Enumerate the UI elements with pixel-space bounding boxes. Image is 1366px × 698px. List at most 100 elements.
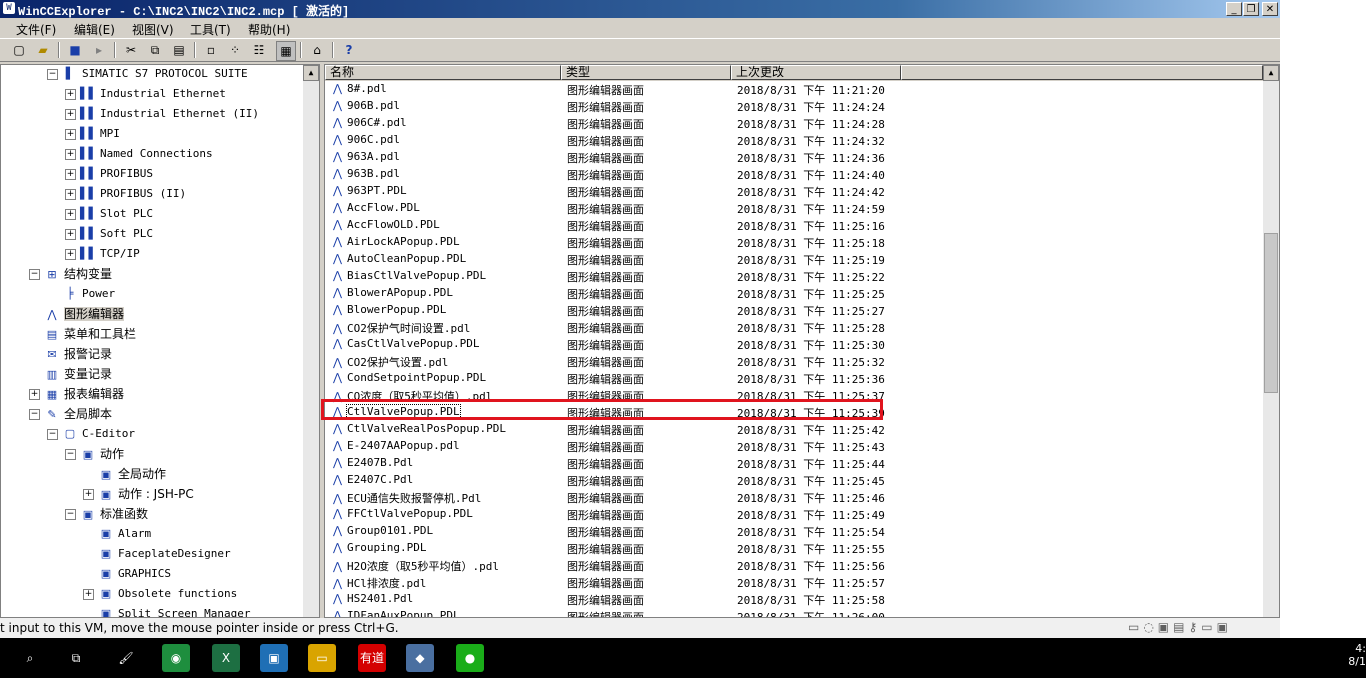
expand-icon[interactable]: + [65,228,76,240]
collapse-icon[interactable]: − [65,449,76,460]
file-explorer-icon[interactable]: ▭ [308,644,336,672]
list-scroll-up-button[interactable]: ▲ [1263,65,1279,81]
expand-icon[interactable]: + [65,208,76,220]
expand-icon[interactable]: + [29,389,40,400]
file-row[interactable]: ⋀ Grouping.PDL 图形编辑器画面 2018/8/31 下午 11:25:5… [325,540,1265,557]
file-row[interactable]: ⋀ H2O浓度（取5秒平均值）.pdl 图形编辑器画面 2018/8/31 下午 11… [325,557,1265,574]
notes-app-icon[interactable]: ◆ [406,644,434,672]
file-row[interactable]: ⋀ 906C.pdl 图形编辑器画面 2018/8/31 下午 11:24:32 [325,132,1265,149]
expand-icon[interactable]: + [65,168,76,180]
tree-node[interactable]: ▤ 菜单和工具栏 [29,325,136,345]
file-row[interactable]: ⋀ 963PT.PDL 图形编辑器画面 2018/8/31 下午 11:24:42 [325,183,1265,200]
run-icon[interactable]: ▸ [90,41,108,59]
file-row[interactable]: ⋀ CondSetpointPopup.PDL 图形编辑器画面 2018/8/31 下… [325,370,1265,387]
youdao-app-icon[interactable]: 有道 [358,644,386,672]
help-icon[interactable]: ? [340,41,358,59]
file-row[interactable]: ⋀ CO2保护气设置.pdl 图形编辑器画面 2018/8/31 下午 11:25:3… [325,353,1265,370]
file-row[interactable]: ⋀ CO2保护气时间设置.pdl 图形编辑器画面 2018/8/31 下午 11:25… [325,319,1265,336]
tree-node[interactable]: − ▢ C-Editor [47,425,135,445]
column-header-modified[interactable]: 上次更改 [731,65,901,80]
tree-node[interactable]: + ▌▌ Named Connections [65,145,213,165]
expand-icon[interactable]: + [65,248,76,260]
file-row[interactable]: ⋀ CasCtlValvePopup.PDL 图形编辑器画面 2018/8/31 下午… [325,336,1265,353]
tree-node[interactable]: ▥ 变量记录 [29,365,112,385]
restore-button[interactable]: ❐ [1243,2,1259,16]
menu-view[interactable]: 视图(V) [132,21,174,38]
tree-node[interactable]: + ▣ Obsolete functions [83,585,237,605]
open-folder-icon[interactable]: ▰ [34,41,52,59]
expand-icon[interactable]: + [65,148,76,160]
menu-help[interactable]: 帮助(H) [248,21,290,38]
file-row[interactable]: ⋀ BiasCtlValvePopup.PDL 图形编辑器画面 2018/8/31 下… [325,268,1265,285]
tree-node[interactable]: ▣ Alarm [83,525,151,545]
collapse-icon[interactable]: − [29,269,40,280]
close-button[interactable]: ✕ [1262,2,1278,16]
collapse-icon[interactable]: − [29,409,40,420]
tree-node[interactable]: + ▌▌ Soft PLC [65,225,153,245]
file-row[interactable]: ⋀ 963B.pdl 图形编辑器画面 2018/8/31 下午 11:24:40 [325,166,1265,183]
tree-node[interactable]: ▣ FaceplateDesigner [83,545,231,565]
file-row[interactable]: ⋀ CtlValveRealPosPopup.PDL 图形编辑器画面 2018/8/3… [325,421,1265,438]
wechat-app-icon[interactable]: ● [456,644,484,672]
tree-node[interactable]: ⋀ 图形编辑器 [29,305,125,325]
expand-icon[interactable]: + [65,88,76,100]
paste-icon[interactable]: ▤ [170,41,188,59]
column-header-type[interactable]: 类型 [561,65,731,80]
file-row[interactable]: ⋀ 8#.pdl 图形编辑器画面 2018/8/31 下午 11:21:20 [325,81,1265,98]
tree-node[interactable]: + ▦ 报表编辑器 [29,385,124,405]
activate-icon[interactable]: ■ [66,41,84,59]
tree-node[interactable]: ╞ Power [47,285,115,305]
expand-icon[interactable]: + [65,188,76,200]
file-row[interactable]: ⋀ ECU通信失败报警停机.Pdl 图形编辑器画面 2018/8/31 下午 11:2… [325,489,1265,506]
tree-node[interactable]: − ▣ 动作 [65,445,124,465]
collapse-icon[interactable]: − [47,428,58,440]
file-row[interactable]: ⋀ FFCtlValvePopup.PDL 图形编辑器画面 2018/8/31 下午 … [325,506,1265,523]
properties-icon[interactable]: ⌂ [308,41,326,59]
file-row[interactable]: ⋀ BlowerPopup.PDL 图形编辑器画面 2018/8/31 下午 11:2… [325,302,1265,319]
expand-icon[interactable]: + [83,588,94,600]
file-row[interactable]: ⋀ E-2407AAPopup.pdl 图形编辑器画面 2018/8/31 下午 11… [325,438,1265,455]
project-tree[interactable]: − ▌ SIMATIC S7 PROTOCOL SUITE + ▌▌ Industrial… [0,64,320,618]
file-row[interactable]: ⋀ AutoCleanPopup.PDL 图形编辑器画面 2018/8/31 下午 1… [325,251,1265,268]
new-file-icon[interactable]: ▢ [10,41,28,59]
expand-icon[interactable]: + [83,489,94,500]
file-row[interactable]: ⋀ BlowerAPopup.PDL 图形编辑器画面 2018/8/31 下午 11:… [325,285,1265,302]
tree-node[interactable]: + ▣ 动作 : JSH-PC [83,485,194,505]
expand-icon[interactable]: + [65,128,76,140]
file-row[interactable]: ⋀ AirLockAPopup.PDL 图形编辑器画面 2018/8/31 下午 11… [325,234,1265,251]
minimize-button[interactable]: _ [1226,2,1242,16]
tree-node[interactable]: − ✎ 全局脚本 [29,405,112,425]
paint-app-icon[interactable]: 🖌 [112,644,140,672]
tree-scroll-up-button[interactable]: ▲ [303,65,319,81]
file-row[interactable]: ⋀ AccFlow.PDL 图形编辑器画面 2018/8/31 下午 11:24:59 [325,200,1265,217]
app-window-icon[interactable]: ▣ [260,644,288,672]
details-view-icon[interactable]: ▦ [276,41,296,61]
file-row[interactable]: ⋀ IDFanAuxPopup.PDL 图形编辑器画面 2018/8/31 下午 11… [325,608,1265,617]
file-list[interactable]: 名称 类型 上次更改 ⋀ 8#.pdl 图形编辑器画面 2018/8/31 下午 11… [324,64,1280,618]
menu-file[interactable]: 文件(F) [16,21,56,38]
tree-node[interactable]: ✉ 报警记录 [29,345,112,365]
tree-node[interactable]: + ▌▌ MPI [65,125,120,145]
file-row[interactable]: ⋀ AccFlowOLD.PDL 图形编辑器画面 2018/8/31 下午 11:25… [325,217,1265,234]
file-row[interactable]: ⋀ E2407B.Pdl 图形编辑器画面 2018/8/31 下午 11:25:44 [325,455,1265,472]
search-icon[interactable]: ⌕ [16,644,44,672]
expand-icon[interactable]: + [65,108,76,120]
list-view-icon[interactable]: ☷ [250,41,268,59]
list-scroll-thumb[interactable] [1264,233,1278,393]
tree-node[interactable]: ▣ GRAPHICS [83,565,171,585]
file-row[interactable]: ⋀ HCl排浓度.pdl 图形编辑器画面 2018/8/31 下午 11:25:57 [325,574,1265,591]
column-header-name[interactable]: 名称 [325,65,561,80]
chrome-app-icon[interactable]: ◉ [162,644,190,672]
tree-node[interactable]: + ▌▌ Industrial Ethernet (II) [65,105,259,125]
tree-node[interactable]: + ▌▌ PROFIBUS [65,165,153,185]
tree-node[interactable]: + ▌▌ PROFIBUS (II) [65,185,186,205]
window-titlebar[interactable]: W WinCCExplorer - C:\INC2\INC2\INC2.mcp … [0,0,1280,19]
tree-node[interactable]: ▣ Split Screen Manager [83,605,251,617]
tree-scrollbar[interactable]: ▲ [303,65,319,617]
file-row[interactable]: ⋀ 906C#.pdl 图形编辑器画面 2018/8/31 下午 11:24:28 [325,115,1265,132]
tree-node[interactable]: − ▣ 标准函数 [65,505,148,525]
excel-app-icon[interactable]: X [212,644,240,672]
collapse-icon[interactable]: − [65,509,76,520]
file-row[interactable]: ⋀ E2407C.Pdl 图形编辑器画面 2018/8/31 下午 11:25:45 [325,472,1265,489]
small-icons-icon[interactable]: ⁘ [226,41,244,59]
